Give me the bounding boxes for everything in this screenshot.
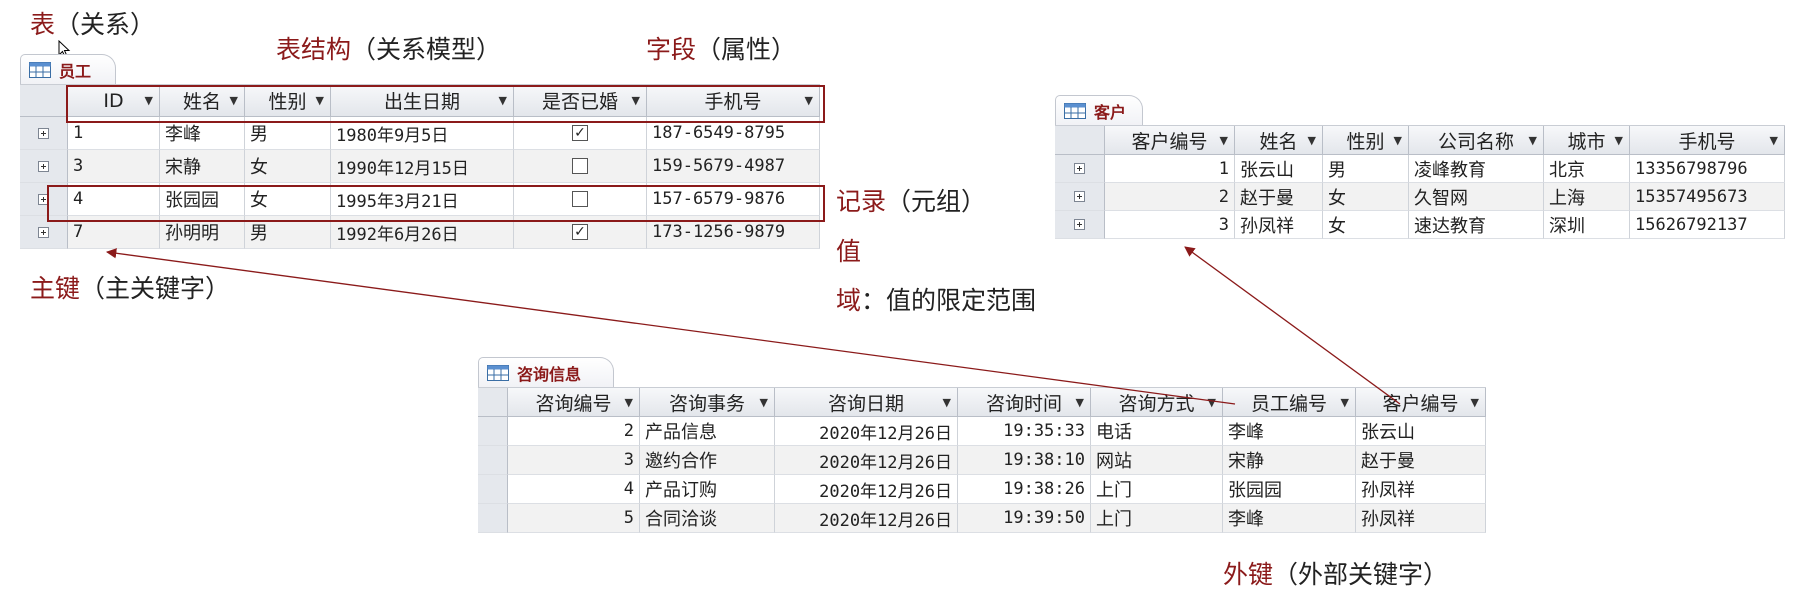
arrow-customer-fk [1184,246,1401,405]
foreign-key-arrows [105,246,1401,405]
arrow-employee-fk [105,248,1236,405]
